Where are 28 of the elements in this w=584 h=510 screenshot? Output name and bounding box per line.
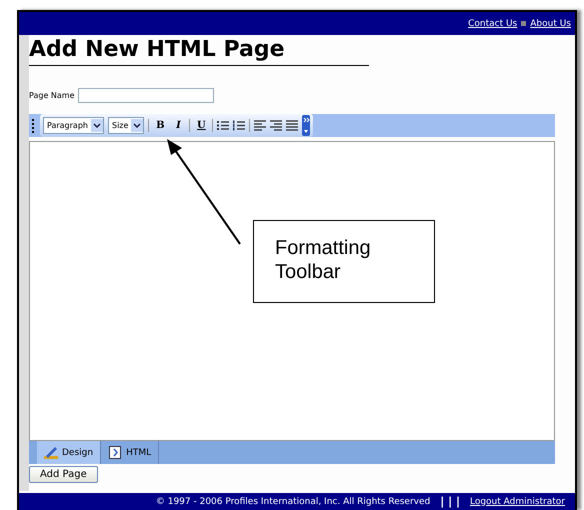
editor-tab[interactable]: HTML: [101, 441, 160, 464]
bulleted-list-icon[interactable]: [217, 120, 230, 131]
chevron-down-icon[interactable]: [90, 119, 103, 132]
pencil-ruler-icon: [44, 446, 58, 459]
bold-button[interactable]: B: [153, 120, 168, 131]
underline-button[interactable]: U: [194, 120, 208, 131]
dropdown[interactable]: Paragraph: [43, 117, 104, 134]
document-icon: [108, 446, 122, 459]
copyright-text: © 1997 - 2006 Profiles International, Inc. All Rights Reserved: [156, 496, 430, 506]
page-title: Add New HTML Page: [29, 35, 369, 66]
justify-icon[interactable]: [286, 120, 298, 131]
logout-link[interactable]: Logout Administrator: [470, 496, 565, 506]
field-label: Page Name: [29, 91, 75, 100]
dropdown[interactable]: Size: [108, 117, 144, 134]
editor-area[interactable]: [29, 141, 555, 441]
separator-text: | | |: [440, 495, 460, 508]
chevron-down-icon[interactable]: [131, 119, 144, 132]
page-name-field[interactable]: [78, 88, 214, 103]
align-left-icon[interactable]: [254, 120, 266, 131]
add-page-button[interactable]: Add Page: [29, 466, 98, 483]
italic-button[interactable]: I: [171, 120, 186, 131]
editor-tab[interactable]: Design: [37, 441, 102, 464]
header-link[interactable]: Contact Us: [468, 18, 518, 28]
overflow-icon[interactable]: [302, 115, 310, 136]
align-right-icon[interactable]: [270, 120, 282, 131]
callout-box: Formatting Toolbar: [253, 220, 435, 303]
numbered-list-icon[interactable]: [233, 120, 246, 131]
header-link[interactable]: About Us: [530, 18, 571, 28]
